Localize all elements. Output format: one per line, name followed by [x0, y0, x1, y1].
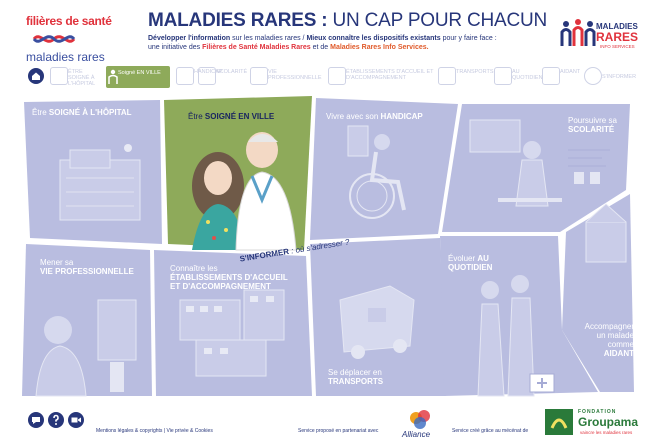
label-part: comme — [607, 340, 634, 349]
label-part: Mener sa — [40, 258, 74, 267]
label-part: Vivre avec son — [326, 112, 381, 121]
label-part: SCOLARITÉ — [568, 125, 615, 134]
label-part: Poursuivre sa — [568, 116, 617, 125]
footer-legal-links[interactable]: Mentions légales & copyrights | Vie priv… — [96, 428, 213, 434]
illustration-mosaic — [22, 96, 634, 397]
footer-mecenat-text: Service créé grâce au mécénat de — [452, 428, 529, 434]
label-part: ET D'ACCOMPAGNEMENT — [170, 282, 271, 291]
label-part: Évoluer — [448, 254, 478, 263]
label-part: QUOTIDIEN — [448, 263, 493, 272]
label-quotidien[interactable]: Évoluer AU QUOTIDIEN — [448, 254, 492, 272]
label-part: SOIGNÉ EN VILLE — [204, 112, 275, 121]
help-icon[interactable] — [48, 412, 64, 428]
label-transports[interactable]: Se déplacer en TRANSPORTS — [328, 368, 383, 386]
label-part: un malade — [596, 331, 634, 340]
label-part: AU — [477, 254, 489, 263]
label-part: VIE PROFESSIONNELLE — [40, 267, 134, 276]
label-vie-pro[interactable]: Mener sa VIE PROFESSIONNELLE — [40, 258, 134, 276]
groupama-emblem-icon — [545, 409, 573, 435]
chat-icon[interactable] — [28, 412, 44, 428]
label-part: AIDANT — [603, 349, 634, 358]
label-part: Connaître les — [170, 264, 218, 273]
label-handicap[interactable]: Vivre avec son HANDICAP — [326, 112, 423, 121]
alliance-logo[interactable]: Alliance — [400, 408, 444, 441]
label-part: Être — [32, 108, 49, 117]
label-ville[interactable]: Être SOIGNÉ EN VILLE — [188, 112, 274, 121]
video-icon[interactable] — [68, 412, 84, 428]
groupama-line2: Groupama — [578, 415, 639, 429]
label-part: ÉTABLISSEMENTS D'ACCUEIL — [170, 273, 288, 282]
tile-hopital[interactable] — [24, 100, 162, 244]
label-part: TRANSPORTS — [328, 377, 384, 386]
alliance-mark-icon — [410, 410, 430, 429]
label-etablissements[interactable]: Connaître les ÉTABLISSEMENTS D'ACCUEIL ET … — [170, 264, 288, 291]
label-part: SOIGNÉ À L'HÔPITAL — [48, 108, 132, 117]
label-part: Être — [188, 112, 205, 121]
label-scolarite[interactable]: Poursuivre sa SCOLARITÉ — [568, 116, 617, 134]
alliance-text: Alliance — [402, 430, 431, 439]
label-hopital[interactable]: Être SOIGNÉ À L'HÔPITAL — [32, 108, 132, 117]
fondation-groupama-logo[interactable]: FONDATION Groupama vaincre les maladies … — [544, 408, 638, 438]
footer-partner-text: Service proposé en partenariat avec — [298, 428, 379, 434]
groupama-line3: vaincre les maladies rares — [580, 430, 633, 435]
label-part: HANDICAP — [380, 112, 423, 121]
label-aidant[interactable]: Accompagner un malade comme AIDANT — [580, 322, 634, 358]
label-part: Se déplacer en — [328, 368, 382, 377]
label-part: Accompagner — [584, 322, 634, 331]
